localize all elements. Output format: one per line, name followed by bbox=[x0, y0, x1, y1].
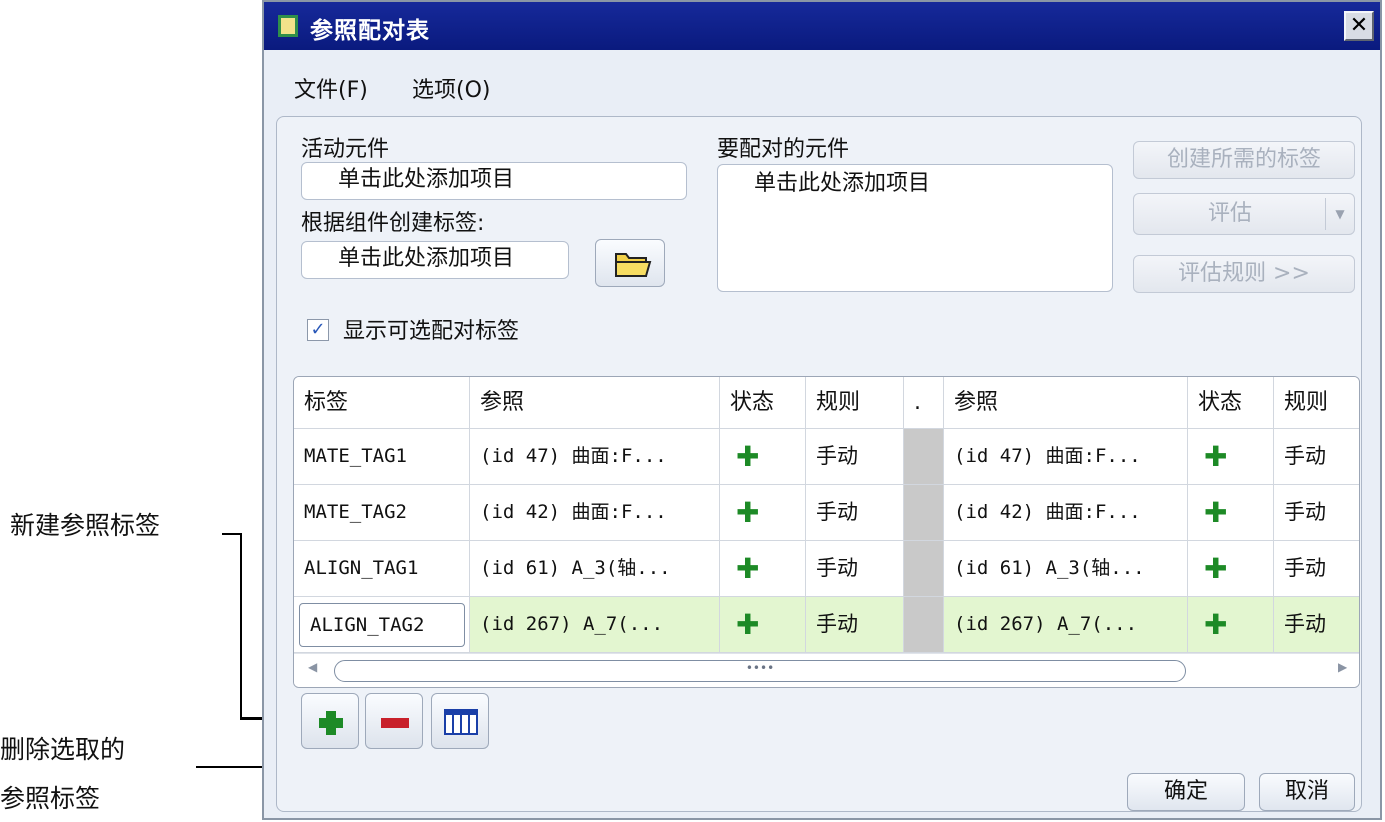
dialog-title: 参照配对表 bbox=[310, 18, 430, 44]
status-add-icon: ✚ bbox=[1188, 597, 1274, 653]
table-row-ref2[interactable]: (id 267) A_7(... bbox=[944, 597, 1188, 653]
close-button[interactable]: ✕ bbox=[1344, 11, 1374, 41]
create-tags-button[interactable]: 创建所需的标签 bbox=[1133, 141, 1355, 179]
table-row-tag[interactable]: ALIGN_TAG1 bbox=[294, 541, 470, 597]
horizontal-scrollbar[interactable]: ◀ •••• ▶ bbox=[294, 653, 1359, 687]
column-separator bbox=[904, 429, 944, 485]
status-add-icon: ✚ bbox=[720, 485, 806, 541]
callout-delete-line2: 参照标签 bbox=[0, 784, 101, 813]
show-optional-checkbox[interactable]: ✓ bbox=[307, 319, 329, 341]
callout-line-new-v bbox=[240, 533, 242, 719]
table-row-rule1[interactable]: 手动 bbox=[806, 429, 904, 485]
table-row-rule1[interactable]: 手动 bbox=[806, 597, 904, 653]
reference-pairing-dialog: 参照配对表 ✕ 文件(F) 选项(O) 活动元件 单击此处添加项目 根据组件创建… bbox=[262, 0, 1382, 820]
table-row-ref2[interactable]: (id 61) A_3(轴... bbox=[944, 541, 1188, 597]
callout-delete-line1: 删除选取的 bbox=[0, 735, 126, 764]
header-state-2[interactable]: 状态 bbox=[1188, 377, 1274, 429]
table-row-rule2[interactable]: 手动 bbox=[1274, 597, 1359, 653]
menu-file[interactable]: 文件(F) bbox=[294, 72, 368, 104]
table-row-tag[interactable]: MATE_TAG1 bbox=[294, 429, 470, 485]
cancel-button[interactable]: 取消 bbox=[1259, 773, 1355, 811]
ok-button[interactable]: 确定 bbox=[1127, 773, 1245, 811]
scroll-left-arrow-icon[interactable]: ◀ bbox=[308, 660, 317, 674]
evaluate-rules-button[interactable]: 评估规则 >> bbox=[1133, 255, 1355, 293]
show-optional-label: 显示可选配对标签 bbox=[343, 319, 520, 344]
by-component-label: 根据组件创建标签: bbox=[301, 211, 485, 236]
callout-line-new-h1 bbox=[222, 533, 242, 535]
main-panel: 活动元件 单击此处添加项目 根据组件创建标签: 单击此处添加项目 要配对的元件 … bbox=[276, 116, 1362, 812]
table-row-tag[interactable]: MATE_TAG2 bbox=[294, 485, 470, 541]
status-add-icon: ✚ bbox=[720, 429, 806, 485]
column-settings-button[interactable] bbox=[431, 693, 489, 749]
active-component-field[interactable]: 单击此处添加项目 bbox=[301, 162, 687, 200]
by-component-field[interactable]: 单击此处添加项目 bbox=[301, 241, 569, 279]
header-rule-1[interactable]: 规则 bbox=[806, 377, 904, 429]
delete-tag-button[interactable] bbox=[365, 693, 423, 749]
table-window-icon bbox=[278, 15, 298, 37]
table-row-rule2[interactable]: 手动 bbox=[1274, 429, 1359, 485]
column-separator bbox=[904, 485, 944, 541]
status-add-icon: ✚ bbox=[720, 597, 806, 653]
table-row-ref2[interactable]: (id 42) 曲面:F... bbox=[944, 485, 1188, 541]
evaluate-button[interactable]: 评估 ▼ bbox=[1133, 193, 1355, 235]
add-tag-button[interactable] bbox=[301, 693, 359, 749]
header-rule-2[interactable]: 规则 bbox=[1274, 377, 1359, 429]
title-bar[interactable]: 参照配对表 ✕ bbox=[264, 2, 1380, 50]
table-row-ref1[interactable]: (id 267) A_7(... bbox=[470, 597, 720, 653]
header-ref-2[interactable]: 参照 bbox=[944, 377, 1188, 429]
add-green-plus-icon bbox=[319, 711, 343, 735]
table-row-rule1[interactable]: 手动 bbox=[806, 485, 904, 541]
table-columns-icon bbox=[444, 709, 478, 735]
status-add-icon: ✚ bbox=[1188, 485, 1274, 541]
column-separator bbox=[904, 541, 944, 597]
pairing-table: 标签 参照 状态 规则 . 参照 状态 规则 MATE_TAG1 (id 47)… bbox=[293, 376, 1360, 688]
active-component-label: 活动元件 bbox=[301, 137, 390, 162]
table-row-ref2[interactable]: (id 47) 曲面:F... bbox=[944, 429, 1188, 485]
table-row-ref1[interactable]: (id 61) A_3(轴... bbox=[470, 541, 720, 597]
table-row-ref1[interactable]: (id 42) 曲面:F... bbox=[470, 485, 720, 541]
column-separator bbox=[904, 597, 944, 653]
table-row-tag-edit-cell: ALIGN_TAG2 bbox=[294, 597, 470, 653]
delete-red-minus-icon bbox=[381, 718, 409, 728]
header-separator: . bbox=[904, 377, 944, 429]
table-row-rule2[interactable]: 手动 bbox=[1274, 485, 1359, 541]
evaluate-dropdown-icon[interactable]: ▼ bbox=[1325, 198, 1354, 230]
header-ref-1[interactable]: 参照 bbox=[470, 377, 720, 429]
table-row-ref1[interactable]: (id 47) 曲面:F... bbox=[470, 429, 720, 485]
scroll-right-arrow-icon[interactable]: ▶ bbox=[1338, 660, 1347, 674]
menu-options[interactable]: 选项(O) bbox=[412, 72, 490, 104]
menu-bar: 文件(F) 选项(O) bbox=[264, 50, 1380, 114]
status-add-icon: ✚ bbox=[720, 541, 806, 597]
callout-new-tag: 新建参照标签 bbox=[10, 511, 161, 540]
scroll-thumb[interactable]: •••• bbox=[334, 660, 1186, 682]
to-pair-field[interactable]: 单击此处添加项目 bbox=[717, 164, 1113, 292]
tag-name-input[interactable]: ALIGN_TAG2 bbox=[299, 603, 465, 647]
scroll-grip-icon: •••• bbox=[745, 661, 775, 675]
evaluate-label: 评估 bbox=[1207, 201, 1252, 226]
table-row-rule2[interactable]: 手动 bbox=[1274, 541, 1359, 597]
header-state-1[interactable]: 状态 bbox=[720, 377, 806, 429]
folder-button[interactable] bbox=[595, 239, 665, 287]
status-add-icon: ✚ bbox=[1188, 541, 1274, 597]
to-pair-label: 要配对的元件 bbox=[717, 137, 850, 162]
status-add-icon: ✚ bbox=[1188, 429, 1274, 485]
folder-icon bbox=[615, 253, 652, 277]
header-tag[interactable]: 标签 bbox=[294, 377, 470, 429]
table-row-rule1[interactable]: 手动 bbox=[806, 541, 904, 597]
to-pair-placeholder: 单击此处添加项目 bbox=[754, 171, 931, 196]
